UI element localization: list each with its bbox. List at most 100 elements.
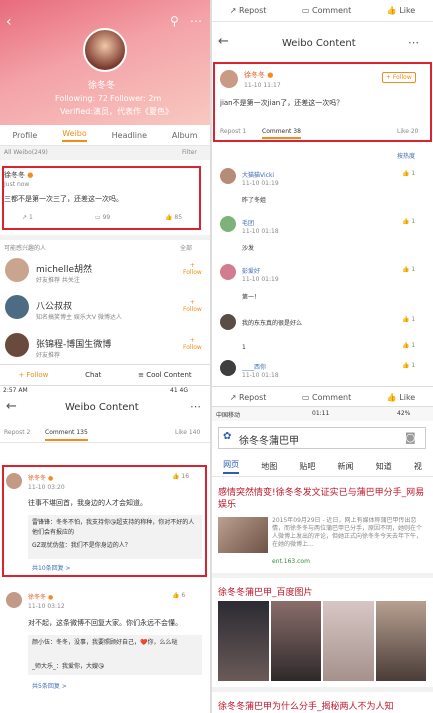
vip-icon: ● <box>47 594 54 601</box>
highlight-box <box>213 62 432 142</box>
comment-user[interactable]: 彭爱好 <box>242 266 260 275</box>
repost-button[interactable]: ↗ Repost <box>230 6 267 15</box>
result-image[interactable] <box>270 601 321 681</box>
avatar[interactable] <box>5 295 29 319</box>
avatar[interactable] <box>83 28 127 72</box>
back-arrow-icon[interactable]: ← <box>6 399 17 414</box>
reply-item: 颜小伍：冬冬，没事，我要照顾好自己，❤️你，么么哒 <box>32 639 178 646</box>
status-time: 2:57 AM <box>3 387 28 394</box>
tab-map[interactable]: 地图 <box>261 461 277 472</box>
follower-count[interactable]: Follower: 2m <box>110 94 161 103</box>
search-input[interactable]: 徐冬冬蒲巴甲 <box>239 432 299 447</box>
comment-like[interactable]: 👍 1 <box>402 218 415 225</box>
comment-icon: ▭ <box>301 392 310 402</box>
sort-hot[interactable]: 按热度 <box>397 151 415 160</box>
more-replies-link[interactable]: 共5条回复 > <box>32 681 67 690</box>
thumb-up-icon: 👍 <box>386 392 397 402</box>
tab-video[interactable]: 视 <box>414 461 422 472</box>
result-image[interactable] <box>218 601 269 681</box>
cool-content-action[interactable]: ≡ Cool Content <box>138 371 192 379</box>
tab-album[interactable]: Album <box>172 131 198 140</box>
weibo-content-panel: ↗ Repost ▭ Comment 👍 Like ← Weibo Conten… <box>212 0 433 407</box>
avatar[interactable] <box>220 264 236 280</box>
back-arrow-icon[interactable]: ← <box>218 34 229 49</box>
comment-like[interactable]: 👍 1 <box>402 342 415 349</box>
bottom-action-bar: ↗ Repost ▭ Comment 👍 Like <box>212 386 433 407</box>
page-title: Weibo Content <box>65 402 139 413</box>
tab-web[interactable]: 网页 <box>223 459 240 474</box>
comment-time: 11-10 01:19 <box>242 180 279 187</box>
comment-button[interactable]: ▭ Comment <box>302 393 351 402</box>
more-icon[interactable]: ⋯ <box>190 14 202 28</box>
repost-button[interactable]: ↗ Repost <box>230 393 267 402</box>
profile-panel: ‹ ⚲ ⋯ 徐冬冬 Following: 72 Follower: 2m Ver… <box>0 0 210 385</box>
panel-divider <box>210 0 212 713</box>
like-button[interactable]: 👍 Like <box>387 393 415 402</box>
person-name[interactable]: 八公叔叔 <box>36 299 72 312</box>
follow-button[interactable]: + Follow <box>183 299 202 313</box>
result-url[interactable]: ent.163.com <box>272 558 310 565</box>
avatar[interactable] <box>6 592 22 608</box>
search-icon[interactable]: ⚲ <box>170 14 179 28</box>
result-image[interactable] <box>323 601 374 681</box>
more-icon[interactable]: ⋯ <box>190 400 201 413</box>
highlight-box <box>2 166 201 230</box>
reply-item: _师大乐_：我爱你，大嫂😘 <box>32 663 105 670</box>
avatar[interactable] <box>220 216 236 232</box>
comment-like[interactable]: 👍 1 <box>402 266 415 273</box>
like-tab[interactable]: Like 140 <box>175 429 200 436</box>
tab-weibo[interactable]: Weibo <box>62 129 87 142</box>
repost-tab[interactable]: Repost 2 <box>4 429 30 436</box>
suggest-title: 可能感兴趣的人 <box>4 245 47 252</box>
battery: 42% <box>397 410 411 417</box>
result-image[interactable] <box>375 601 426 681</box>
comment-user[interactable]: 毛团 <box>242 218 254 227</box>
comment-like[interactable]: 👍 1 <box>402 170 415 177</box>
repost-icon: ↗ <box>229 392 237 402</box>
follow-action[interactable]: + Follow <box>18 371 48 379</box>
camera-icon[interactable]: ◙ <box>405 431 416 444</box>
search-box[interactable]: ✿ 徐冬冬蒲巴甲 ◙ <box>218 427 426 449</box>
comment-user[interactable]: ____西你 <box>242 362 266 371</box>
comment-text: 昨了冬姐 <box>242 197 267 204</box>
comment-like[interactable]: 👍 6 <box>172 592 185 599</box>
comment-like[interactable]: 👍 1 <box>402 362 415 369</box>
tab-headline[interactable]: Headline <box>112 131 147 140</box>
person-name[interactable]: michelle胡然 <box>36 262 92 275</box>
result-thumbnail[interactable] <box>218 517 268 553</box>
comment-user[interactable]: 徐冬冬 ● <box>28 592 53 601</box>
filter-button[interactable]: Filter <box>182 149 197 156</box>
back-icon[interactable]: ‹ <box>6 14 12 30</box>
comment-tab[interactable]: Comment 135 <box>45 429 88 441</box>
avatar[interactable] <box>220 314 236 330</box>
result-title[interactable]: 徐冬冬蒲巴甲为什么分手_揭秘两人不为人知 <box>218 699 426 712</box>
profile-bottom-bar: + Follow Chat ≡ Cool Content <box>0 364 210 385</box>
status-time: 01:11 <box>312 410 330 417</box>
person-desc: 好友推荐 共关注 <box>36 277 80 284</box>
comment-button[interactable]: ▭ Comment <box>302 6 351 15</box>
comment-user[interactable]: 大猫猫Vicki <box>242 170 274 179</box>
tab-tieba[interactable]: 贴吧 <box>299 461 315 472</box>
suggest-all[interactable]: 全部 <box>180 243 192 252</box>
following-count[interactable]: Following: 72 <box>55 94 108 103</box>
search-tabs: 网页 地图 贴吧 新闻 知道 视 <box>212 457 433 477</box>
tab-zhidao[interactable]: 知道 <box>376 461 392 472</box>
comment-text: 我的东东真的很是好么 <box>242 320 303 327</box>
avatar[interactable] <box>5 333 29 357</box>
status-signal: 41 4G <box>170 387 189 394</box>
more-icon[interactable]: ⋯ <box>408 36 419 49</box>
follow-button[interactable]: + Follow <box>183 262 202 276</box>
avatar[interactable] <box>220 168 236 184</box>
person-name[interactable]: 张锦程-博国生微博 <box>36 337 111 350</box>
result-title[interactable]: 徐冬冬蒲巴甲_百度图片 <box>218 585 426 598</box>
tab-news[interactable]: 新闻 <box>338 461 354 472</box>
like-button[interactable]: 👍 Like <box>387 6 415 15</box>
comment-like[interactable]: 👍 1 <box>402 316 415 323</box>
result-title[interactable]: 感情突然情变!徐冬冬发文证实已与蒲巴甲分手_网易娱乐 <box>218 487 426 511</box>
follow-button[interactable]: + Follow <box>183 337 202 351</box>
tab-profile[interactable]: Profile <box>12 131 37 140</box>
baidu-paw-icon: ✿ <box>223 431 232 442</box>
avatar[interactable] <box>220 360 236 376</box>
avatar[interactable] <box>5 258 29 282</box>
chat-action[interactable]: Chat <box>85 371 101 379</box>
